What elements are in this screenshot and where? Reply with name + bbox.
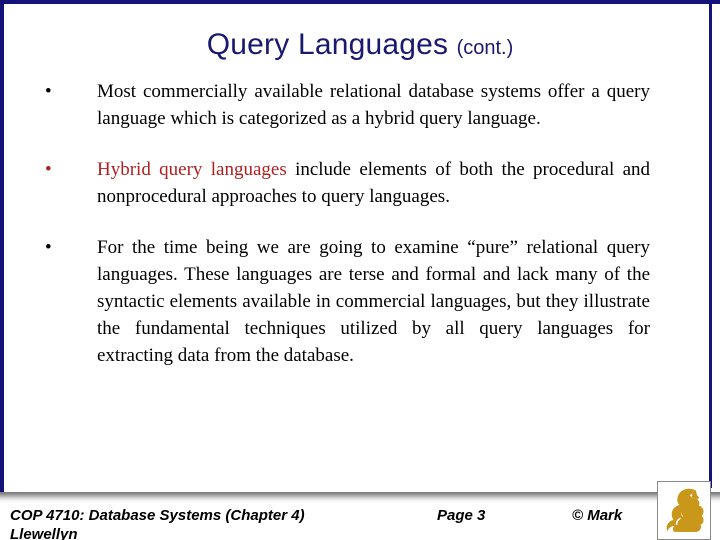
- ucf-pegasus-logo: [657, 481, 711, 540]
- pegasus-icon: [666, 488, 704, 532]
- bullet-text-1: Most commercially available relational d…: [97, 81, 650, 129]
- slide-body: • Most commercially available relational…: [0, 78, 720, 369]
- footer-page-number: Page 3: [437, 507, 486, 524]
- bullet-marker-icon: •: [45, 81, 52, 102]
- slide-border-top: [0, 0, 720, 4]
- bullet-marker-icon: •: [45, 159, 52, 180]
- slide: Query Languages (cont.) • Most commercia…: [0, 0, 720, 540]
- footer-author-label: Llewellyn: [10, 526, 78, 540]
- bullet-item-3: • For the time being we are going to exa…: [0, 234, 720, 369]
- highlighted-term: Hybrid query languages: [97, 159, 287, 180]
- slide-title-subtitle: (cont.): [456, 37, 514, 59]
- bullet-item-2: • Hybrid query languages include element…: [0, 156, 720, 210]
- slide-title: Query Languages (cont.): [0, 28, 720, 65]
- slide-title-main: Query Languages: [206, 28, 449, 61]
- bullet-marker-icon: •: [45, 237, 52, 258]
- bullet-item-1: • Most commercially available relational…: [0, 78, 720, 132]
- footer-copyright-label: © Mark: [572, 507, 623, 524]
- bullet-text-3: For the time being we are going to exami…: [97, 237, 650, 366]
- bullet-text-2: Hybrid query languages include elements …: [97, 156, 650, 210]
- slide-footer: COP 4710: Database Systems (Chapter 4) L…: [0, 506, 720, 540]
- footer-course-label: COP 4710: Database Systems (Chapter 4): [10, 507, 305, 524]
- footer-divider: [0, 492, 720, 503]
